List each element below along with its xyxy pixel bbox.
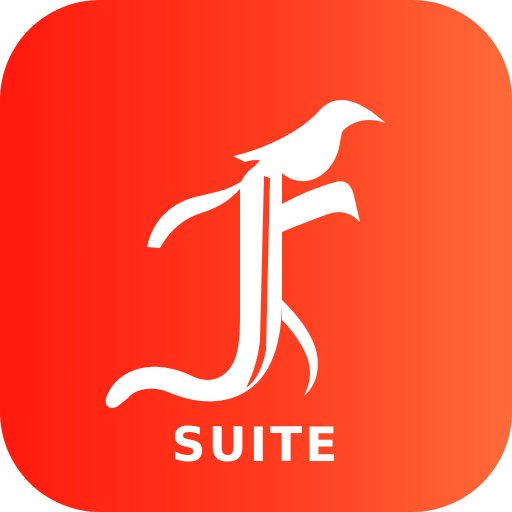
suite-label: SUITE bbox=[171, 418, 341, 473]
app-icon[interactable]: SUITE bbox=[0, 0, 512, 512]
